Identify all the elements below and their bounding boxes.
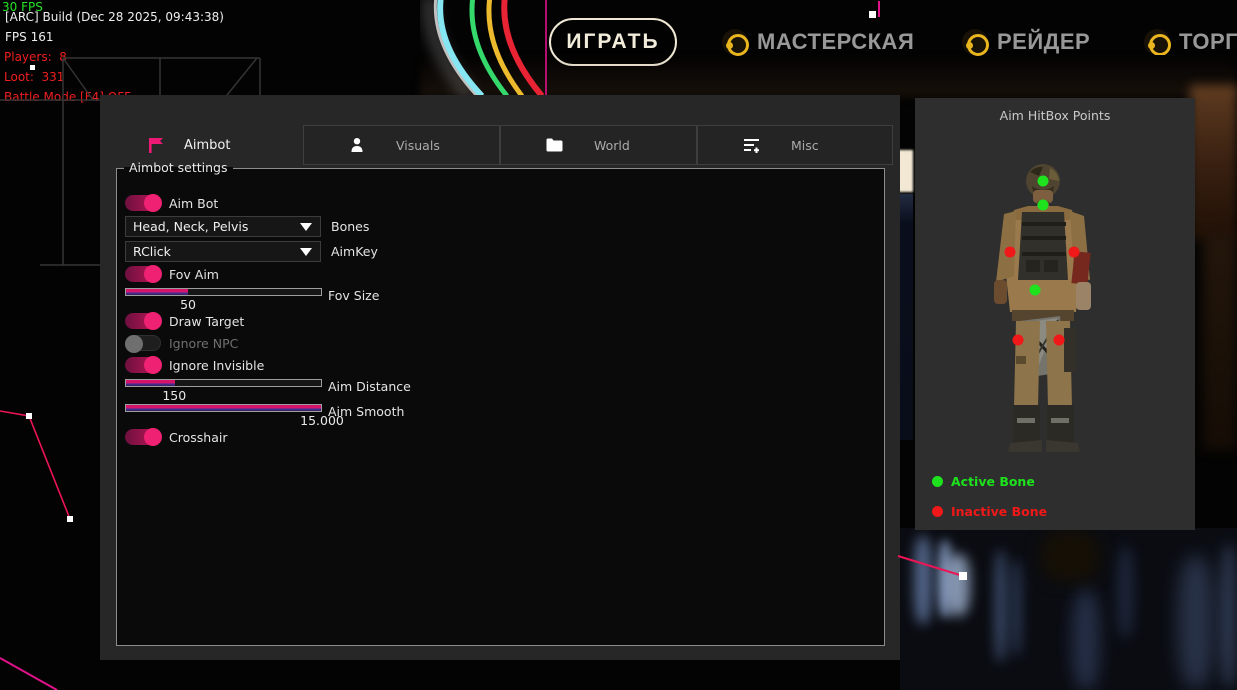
draw-target-label: Draw Target — [169, 314, 244, 329]
aim-hitbox-panel: Aim HitBox Points — [915, 98, 1195, 530]
inactive-bone-point — [1005, 247, 1016, 258]
section-title: Aimbot settings — [124, 160, 233, 175]
hitbox-points — [915, 98, 1195, 530]
inactive-bone-point — [1069, 247, 1080, 258]
folder-icon — [546, 138, 563, 152]
legend-active-bone: Active Bone — [932, 474, 1035, 489]
active-bone-dot — [932, 476, 943, 487]
tab-world[interactable]: World — [500, 125, 697, 165]
aim-bot-label: Aim Bot — [169, 196, 218, 211]
aim-smooth-label: Aim Smooth — [328, 404, 404, 419]
bones-dropdown[interactable]: Head, Neck, Pelvis — [125, 216, 321, 237]
active-bone-point — [1030, 285, 1041, 296]
active-bone-point — [1038, 200, 1049, 211]
tab-aimbot[interactable]: Aimbot — [140, 125, 300, 165]
aimkey-label: AimKey — [331, 244, 378, 259]
crosshair-label: Crosshair — [169, 430, 227, 445]
aim-distance-value: 150 — [162, 388, 186, 403]
aim-distance-label: Aim Distance — [328, 379, 411, 394]
legend-label: Inactive Bone — [951, 504, 1047, 519]
aim-smooth-slider[interactable]: 15.000 — [125, 404, 324, 412]
crosshair-toggle[interactable] — [125, 429, 161, 445]
tab-label: World — [594, 138, 630, 153]
inactive-bone-point — [1013, 335, 1024, 346]
ignore-invisible-label: Ignore Invisible — [169, 358, 264, 373]
active-bone-point — [1038, 176, 1049, 187]
aim-distance-slider[interactable]: 150 — [125, 379, 324, 387]
fov-aim-toggle[interactable] — [125, 266, 161, 282]
tab-label: Visuals — [396, 138, 440, 153]
person-icon — [349, 137, 365, 153]
blurred-scene — [900, 528, 1237, 690]
aimkey-dropdown[interactable]: RClick — [125, 241, 321, 262]
legend-inactive-bone: Inactive Bone — [932, 504, 1047, 519]
chevron-down-icon — [300, 248, 312, 256]
bones-selected-value: Head, Neck, Pelvis — [126, 219, 300, 234]
cheat-menu-panel: Aimbot Visuals World — [100, 95, 900, 660]
legend-label: Active Bone — [951, 474, 1035, 489]
flag-icon — [148, 138, 164, 153]
aimbot-settings-group: Aimbot settings Aim Bot Head, Neck, Pelv… — [116, 168, 885, 646]
fov-size-slider[interactable]: 50 — [125, 288, 324, 296]
tab-misc[interactable]: Misc — [697, 125, 893, 165]
tab-visuals[interactable]: Visuals — [303, 125, 500, 165]
playlist-icon — [743, 138, 760, 153]
chevron-down-icon — [300, 223, 312, 231]
ignore-invisible-toggle[interactable] — [125, 357, 161, 373]
ignore-npc-label: Ignore NPC — [169, 336, 238, 351]
tab-label: Aimbot — [184, 138, 230, 153]
draw-target-toggle[interactable] — [125, 313, 161, 329]
fov-aim-label: Fov Aim — [169, 267, 219, 282]
fov-size-value: 50 — [180, 297, 196, 312]
screen: 30 FPS [ARC] Build (Dec 28 2025, 09:43:3… — [0, 0, 1237, 690]
tab-label: Misc — [791, 138, 819, 153]
inactive-bone-dot — [932, 506, 943, 517]
fov-size-label: Fov Size — [328, 288, 379, 303]
rainbow-neon-decoration — [420, 0, 560, 95]
inactive-bone-point — [1054, 335, 1065, 346]
ignore-npc-toggle[interactable] — [125, 335, 161, 351]
aimkey-selected-value: RClick — [126, 244, 300, 259]
bones-label: Bones — [331, 219, 369, 234]
aim-bot-toggle[interactable] — [125, 195, 161, 211]
